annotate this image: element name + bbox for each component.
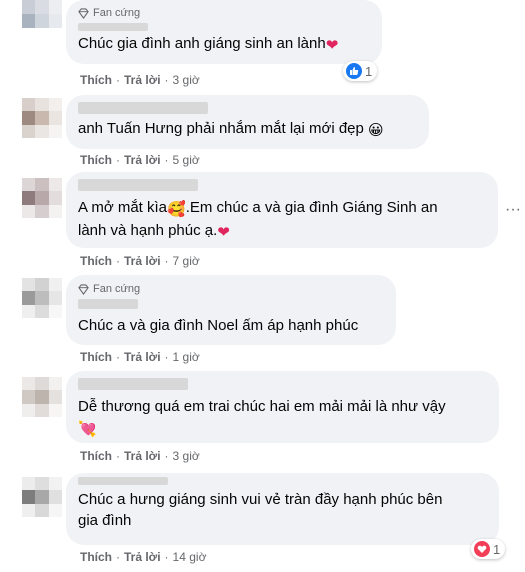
comment-bubble: A mở mắt kìa🥰.Em chúc a và gia đình Gián… [66, 172, 498, 248]
separator: · [116, 550, 120, 564]
comment-bubble: anh Tuấn Hưng phải nhắm mắt lại mới đẹp … [66, 95, 429, 149]
comment-actions: Thích · Trả lời · 1 giờ [80, 350, 200, 364]
reply-button[interactable]: Trả lời [124, 254, 161, 268]
badge-label: Fan cứng [93, 7, 141, 19]
comment-actions: Thích · Trả lời · 5 giờ [80, 153, 200, 167]
comment-text: Chúc a và gia đình Noel ấm áp hạnh phúc [78, 317, 359, 334]
separator: · [116, 254, 120, 268]
comment-actions: Thích · Trả lời · 7 giờ [80, 254, 200, 268]
reaction-summary[interactable]: 1 [471, 539, 506, 559]
commenter-name[interactable] [78, 299, 138, 309]
comment-bubble: Fan cứng Chúc gia đình anh giáng sinh an… [66, 0, 382, 64]
heart-arrow-emoji: 💘 [78, 421, 97, 438]
reply-button[interactable]: Trả lời [124, 449, 161, 463]
comment-bubble: Fan cứng Chúc a và gia đình Noel ấm áp h… [66, 275, 396, 345]
heart-emoji: ❤ [217, 224, 230, 241]
avatar[interactable] [22, 477, 62, 517]
reply-button[interactable]: Trả lời [124, 73, 161, 87]
comment-actions: Thích · Trả lời · 14 giờ [80, 550, 206, 564]
commenter-name[interactable] [78, 179, 198, 191]
separator: · [164, 350, 169, 364]
like-button[interactable]: Thích [80, 73, 112, 87]
timestamp[interactable]: 5 giờ [173, 153, 200, 167]
diamond-icon [78, 283, 89, 295]
comment-text: Chúc a hưng giáng sinh vui vẻ tràn đầy h… [78, 491, 443, 529]
like-button[interactable]: Thích [80, 449, 112, 463]
comment-bubble: Chúc a hưng giáng sinh vui vẻ tràn đầy h… [66, 473, 499, 545]
reply-button[interactable]: Trả lời [124, 550, 161, 564]
reply-button[interactable]: Trả lời [124, 153, 161, 167]
separator: · [164, 254, 169, 268]
more-options-icon[interactable]: ··· [505, 202, 521, 218]
love-icon [474, 541, 490, 557]
avatar[interactable] [22, 0, 62, 42]
timestamp[interactable]: 1 giờ [173, 350, 200, 364]
separator: · [116, 449, 120, 463]
separator: · [116, 350, 120, 364]
avatar[interactable] [22, 377, 62, 417]
timestamp[interactable]: 7 giờ [173, 254, 200, 268]
smiling-hearts-emoji: 🥰 [167, 201, 186, 218]
diamond-icon [78, 7, 89, 19]
reaction-count: 1 [493, 541, 501, 557]
comment-text: Chúc gia đình anh giáng sinh an lành❤ [78, 35, 339, 54]
comment-text: A mở mắt kìa🥰.Em chúc a và gia đình Gián… [78, 199, 438, 241]
heart-emoji: ❤ [325, 37, 339, 54]
like-button[interactable]: Thích [80, 153, 112, 167]
comment-text: anh Tuấn Hưng phải nhắm mắt lại mới đẹp … [78, 120, 384, 139]
timestamp[interactable]: 14 giờ [173, 550, 207, 564]
comment-text: Dễ thương quá em trai chúc hai em mải mả… [78, 398, 446, 438]
separator: · [116, 153, 120, 167]
commenter-name[interactable] [78, 102, 208, 114]
avatar[interactable] [22, 98, 62, 138]
like-icon [346, 63, 362, 79]
like-button[interactable]: Thích [80, 550, 112, 564]
comment-bubble: Dễ thương quá em trai chúc hai em mải mả… [66, 371, 499, 443]
badge-label: Fan cứng [93, 283, 141, 295]
separator: · [164, 449, 169, 463]
separator: · [164, 550, 169, 564]
commenter-name[interactable] [78, 23, 148, 31]
comment-actions: Thích · Trả lời · 3 giờ [80, 73, 200, 87]
commenter-name[interactable] [78, 477, 168, 485]
like-button[interactable]: Thích [80, 350, 112, 364]
avatar[interactable] [22, 178, 62, 218]
separator: · [116, 73, 120, 87]
timestamp[interactable]: 3 giờ [173, 449, 200, 463]
fan-badge: Fan cứng [78, 6, 370, 20]
grinning-emoji: 😀 [368, 122, 384, 139]
reply-button[interactable]: Trả lời [124, 350, 161, 364]
avatar[interactable] [22, 278, 62, 318]
separator: · [164, 153, 169, 167]
commenter-name[interactable] [78, 378, 188, 390]
separator: · [164, 73, 169, 87]
reaction-summary[interactable]: 1 [343, 61, 378, 81]
comment-actions: Thích · Trả lời · 3 giờ [80, 449, 200, 463]
reaction-count: 1 [365, 63, 373, 79]
fan-badge: Fan cứng [78, 282, 384, 296]
like-button[interactable]: Thích [80, 254, 112, 268]
timestamp[interactable]: 3 giờ [173, 73, 200, 87]
